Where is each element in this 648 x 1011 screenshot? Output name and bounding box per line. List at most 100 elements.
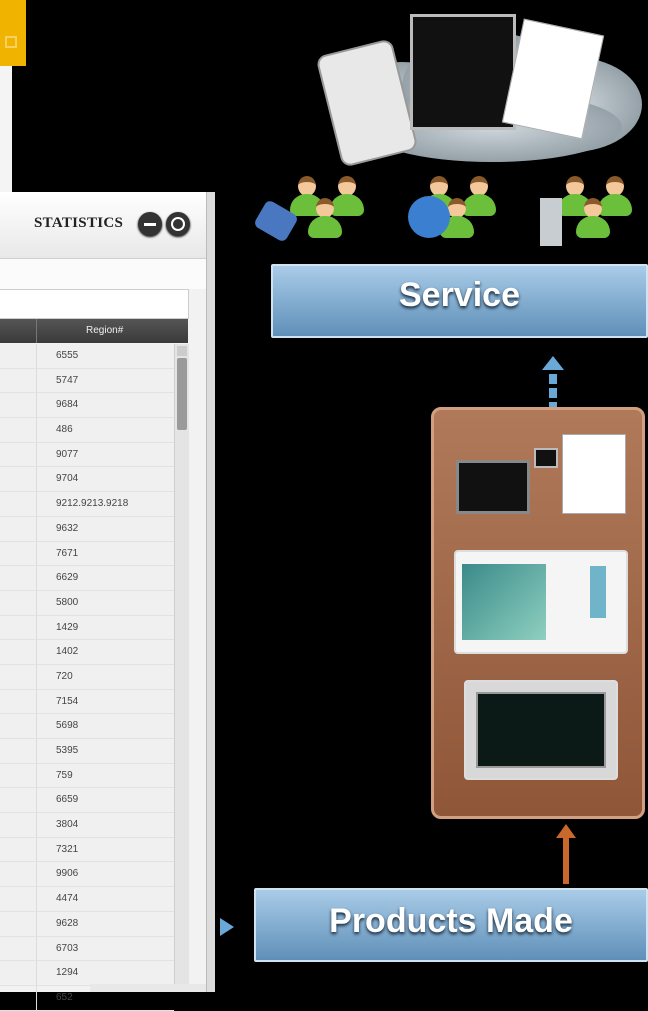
table-row[interactable]: 9212.9213.9218 [0, 492, 174, 517]
column-separator [36, 739, 37, 763]
column-separator [36, 911, 37, 936]
up-arrow-icon [556, 824, 576, 884]
antenna-dish-icon [408, 196, 450, 238]
column-separator [36, 985, 37, 1010]
table-row[interactable]: 9906 [0, 862, 174, 888]
region-cell: 9906 [56, 868, 79, 880]
table-row[interactable]: 720 [0, 664, 174, 690]
column-separator [36, 714, 37, 738]
status-bar [90, 984, 206, 992]
table-row[interactable]: 7321 [0, 837, 174, 863]
window-edge [206, 192, 215, 992]
region-cell: 1294 [56, 967, 79, 979]
flow-arrow-icon [220, 918, 234, 936]
column-separator [36, 393, 37, 418]
region-cell: 5698 [56, 720, 79, 732]
window-header: STATISTICS [0, 192, 206, 259]
tab-icon [5, 36, 17, 48]
region-column-header[interactable]: Region# [86, 325, 123, 336]
region-cell: 7671 [56, 547, 79, 559]
column-separator [36, 763, 37, 788]
table-row[interactable]: 9077 [0, 442, 174, 468]
column-separator [36, 689, 37, 714]
region-cell: 652 [56, 991, 73, 1003]
table-row[interactable]: 486 [0, 418, 174, 443]
region-cell: 6555 [56, 350, 79, 361]
column-separator [36, 516, 37, 541]
table-row[interactable]: 6703 [0, 936, 174, 962]
network-computers-icon [456, 460, 530, 514]
table-row[interactable]: 9628 [0, 911, 174, 937]
table-row[interactable]: 7154 [0, 689, 174, 715]
region-cell: 9212.9213.9218 [56, 498, 129, 510]
region-cell: 5800 [56, 596, 79, 608]
column-separator [36, 961, 37, 985]
region-cell: 7154 [56, 695, 79, 707]
table-row[interactable]: 5698 [0, 714, 174, 739]
column-separator [36, 590, 37, 615]
table-row[interactable]: 9632 [0, 516, 174, 542]
column-separator [36, 887, 37, 911]
region-cell: 759 [56, 769, 73, 781]
region-cell: 6703 [56, 942, 79, 954]
region-cell: 5747 [56, 374, 79, 386]
column-separator [36, 936, 37, 961]
power-button[interactable] [166, 212, 190, 236]
column-separator [36, 467, 37, 492]
table-row[interactable]: 9684 [0, 393, 174, 419]
table-row[interactable]: 759 [0, 763, 174, 789]
vertical-scrollbar[interactable] [174, 344, 189, 984]
region-cell: 9077 [56, 448, 79, 460]
building-icon [540, 198, 562, 246]
filter-bar[interactable] [0, 289, 189, 319]
minimize-button[interactable] [138, 212, 162, 236]
statistics-window: STATISTICS Region# 6555 5747 9684 486 9077 97… [0, 192, 215, 1011]
column-separator [36, 837, 37, 862]
region-cell: 9632 [56, 522, 79, 534]
table-row[interactable]: 7671 [0, 541, 174, 567]
column-separator [36, 541, 37, 566]
region-cell: 486 [56, 424, 73, 436]
region-cell: 4474 [56, 893, 79, 905]
spreadsheet-icon [562, 434, 626, 514]
scroll-up-arrow[interactable] [177, 346, 187, 356]
table-row[interactable]: 3804 [0, 813, 174, 838]
column-separator [36, 319, 37, 343]
region-cell: 6659 [56, 794, 79, 806]
table-row[interactable]: 9704 [0, 467, 174, 493]
products-container [431, 407, 645, 819]
table-row[interactable]: 5747 [0, 368, 174, 394]
column-separator [36, 418, 37, 442]
network-monitor-icon [534, 448, 558, 468]
table-row[interactable]: 5395 [0, 739, 174, 764]
window-title: STATISTICS [34, 215, 124, 231]
handheld-device-icon [315, 38, 419, 168]
scroll-thumb[interactable] [177, 358, 187, 430]
app-tab[interactable] [0, 0, 26, 66]
window-toolbar [0, 259, 206, 289]
table-row[interactable]: 6555 [0, 344, 174, 369]
table-row[interactable]: 5800 [0, 590, 174, 616]
column-separator [36, 566, 37, 590]
table-row[interactable]: 1429 [0, 615, 174, 641]
table-row[interactable]: 6629 [0, 566, 174, 591]
region-cell: 7321 [56, 843, 79, 855]
service-box: Service [271, 264, 648, 338]
app-sidebar-strip [0, 66, 12, 196]
table-row[interactable]: 1402 [0, 640, 174, 665]
column-separator [36, 664, 37, 689]
region-cell: 6629 [56, 572, 79, 584]
column-separator [36, 442, 37, 467]
table-header: Region# [0, 319, 188, 343]
column-separator [36, 615, 37, 640]
region-cell: 1429 [56, 621, 79, 633]
column-separator [36, 492, 37, 516]
table-row[interactable]: 1294 [0, 961, 174, 986]
table-row[interactable]: 6659 [0, 788, 174, 814]
table-row[interactable]: 4474 [0, 887, 174, 912]
column-separator [36, 640, 37, 664]
column-separator [36, 368, 37, 393]
column-separator [36, 344, 37, 368]
cloud-illustration [312, 14, 648, 168]
column-separator [36, 813, 37, 837]
